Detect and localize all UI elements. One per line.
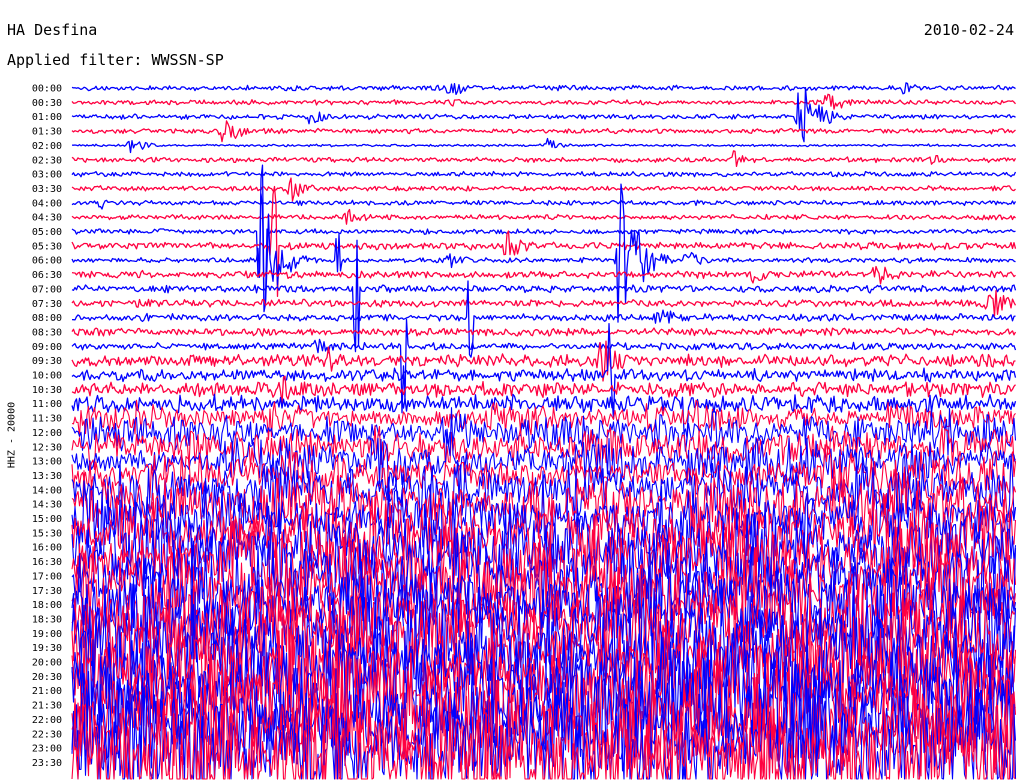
row-label: 20:00 [32, 658, 62, 669]
row-label: 18:00 [32, 600, 62, 611]
trace-row [71, 177, 1016, 202]
trace-row [71, 208, 1016, 225]
trace-row [71, 199, 1017, 210]
trace-row [71, 265, 1016, 285]
row-label: 11:00 [32, 399, 62, 410]
row-label-group: 00:00 00:30 01:00 01:30 02:00 02:30 03:00 03:30… [32, 84, 62, 769]
row-label: 05:30 [32, 241, 62, 252]
trace-row [71, 170, 1017, 178]
row-label: 12:30 [32, 442, 62, 453]
row-label: 08:00 [32, 313, 62, 324]
row-label: 12:00 [32, 428, 62, 439]
row-label: 06:30 [32, 270, 62, 281]
row-label: 19:30 [32, 643, 62, 654]
row-label: 09:00 [32, 342, 62, 353]
row-label: 07:00 [32, 284, 62, 295]
row-label: 21:00 [32, 686, 62, 697]
row-label: 05:00 [32, 227, 62, 238]
row-label: 13:30 [32, 471, 62, 482]
row-label: 16:00 [32, 543, 62, 554]
row-label: 23:00 [32, 744, 62, 755]
row-label: 20:30 [32, 672, 62, 683]
row-label: 09:30 [32, 356, 62, 367]
row-label: 03:00 [32, 170, 62, 181]
trace-row [71, 93, 1016, 110]
row-label: 01:00 [32, 112, 62, 123]
trace-row [71, 120, 1016, 143]
row-label: 23:30 [32, 758, 62, 769]
row-label: 10:00 [32, 371, 62, 382]
row-label: 04:30 [32, 213, 62, 224]
trace-row [71, 150, 1017, 168]
row-label: 15:30 [32, 528, 62, 539]
row-label: 07:30 [32, 299, 62, 310]
row-label: 02:00 [32, 141, 62, 152]
row-label: 21:30 [32, 701, 62, 712]
row-label: 18:30 [32, 614, 62, 625]
row-label: 13:00 [32, 457, 62, 468]
row-label: 03:30 [32, 184, 62, 195]
row-label: 17:00 [32, 571, 62, 582]
row-label: 11:30 [32, 414, 62, 425]
row-label: 10:30 [32, 385, 62, 396]
trace-row [71, 290, 1017, 317]
helicorder-plot: 00:00 00:30 01:00 01:30 02:00 02:30 03:00 03:30… [32, 82, 1017, 780]
row-label: 00:00 [32, 84, 62, 95]
trace-group [71, 82, 1017, 780]
row-label: 01:30 [32, 127, 62, 138]
row-label: 04:00 [32, 198, 62, 209]
row-label: 02:30 [32, 155, 62, 166]
row-label: 16:30 [32, 557, 62, 568]
trace-row [71, 137, 1017, 154]
row-label: 22:30 [32, 729, 62, 740]
row-label: 17:30 [32, 586, 62, 597]
row-label: 00:30 [32, 98, 62, 109]
trace-row [71, 183, 1016, 323]
trace-row [71, 164, 1016, 302]
row-label: 06:00 [32, 256, 62, 267]
row-label: 14:00 [32, 485, 62, 496]
row-label: 22:00 [32, 715, 62, 726]
trace-row [71, 87, 1016, 143]
row-label: 19:00 [32, 629, 62, 640]
row-label: 15:00 [32, 514, 62, 525]
trace-row [71, 327, 1017, 337]
trace-row [71, 82, 1016, 96]
row-label: 08:30 [32, 327, 62, 338]
row-label: 14:30 [32, 500, 62, 511]
